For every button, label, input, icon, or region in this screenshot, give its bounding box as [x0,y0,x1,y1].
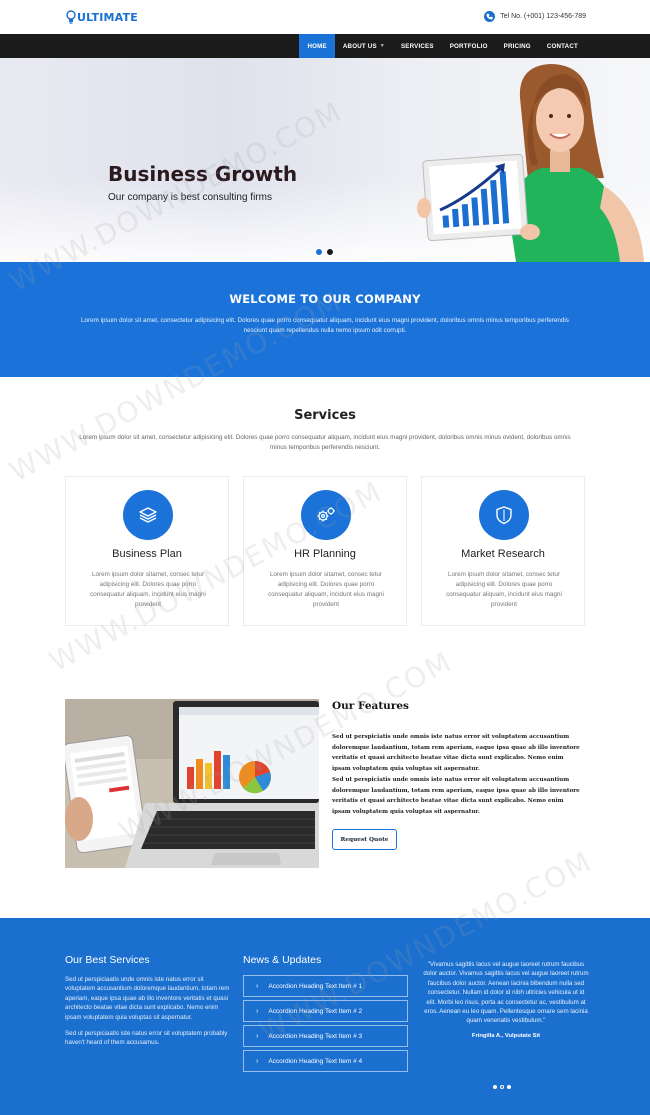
features-paragraph-2: Sed ut perspiciatis unde omnis iste natu… [332,777,580,815]
accordion-item[interactable]: › Accordion Heading Text Item # 3 [243,1025,408,1047]
services-title: Services [294,408,356,423]
request-quote-button[interactable]: Request Quote [332,829,397,850]
slider-dot-2[interactable] [327,249,333,255]
chevron-right-icon: › [256,1057,259,1065]
accordion-item[interactable]: › Accordion Heading Text Item # 4 [243,1050,408,1072]
card-text: Lorem ipsum dolor sitamet, consec tetur … [268,571,384,608]
footer-heading: Our Best Services [65,954,150,966]
nav-label: ABOUT US [342,42,377,50]
chevron-down-icon: ▼ [379,43,385,49]
phone-icon [484,11,496,22]
testimonial-dot-1[interactable] [493,1085,497,1089]
nav-label: HOME [307,42,327,50]
gears-icon [301,490,351,540]
main-navigation: HOME ABOUT US ▼ SERVICES PORTFOLIO PRICIN… [0,34,650,58]
footer-best-services: Our Best Services Sed ut perspiciaatis u… [65,954,230,1048]
features-title: Our Features [332,700,409,712]
accordion-item[interactable]: › Accordion Heading Text Item # 1 [243,975,408,997]
hero-slider: Business Growth Our company is best cons… [0,58,650,262]
hero-title: Business Growth [108,162,298,186]
accordion: › Accordion Heading Text Item # 1 › Accord… [243,975,408,1072]
logo[interactable]: ULTIMATE [66,10,138,24]
footer-heading: News & Updates [243,954,322,966]
features-laptop-image [65,699,319,868]
accordion-item[interactable]: › Accordion Heading Text Item # 2 [243,1000,408,1022]
chevron-right-icon: › [256,982,259,990]
welcome-title: WELCOME TO OUR COMPANY [229,292,421,306]
footer: Our Best Services Sed ut perspiciaatis u… [0,918,650,1115]
testimonial-dot-2[interactable] [500,1085,504,1089]
chevron-right-icon: › [256,1032,259,1040]
card-text: Lorem ipsum dolor sitamet, consec tetur … [446,571,562,608]
nav-menu: HOME ABOUT US ▼ SERVICES PORTFOLIO PRICIN… [299,34,586,58]
service-card-business-plan[interactable]: Business Plan Lorem ipsum dolor sitamet,… [65,476,229,626]
nav-item-services[interactable]: SERVICES [393,34,442,58]
service-card-hr-planning[interactable]: HR Planning Lorem ipsum dolor sitamet, c… [243,476,407,626]
services-description: Lorem ipsum dolor sit amet, consectetur … [79,434,571,451]
hero-subtitle: Our company is best consulting firms [108,192,272,203]
shield-icon [479,490,529,540]
top-header: ULTIMATE Tel No. (+001) 123-456-789 [0,0,650,34]
testimonial-quote: "Vivamus sagittis lacus vel augue laoree… [423,961,589,1025]
welcome-text: Lorem ipsum dolor sit amet, consectetur … [81,317,569,334]
footer-testimonial: "Vivamus sagittis lacus vel augue laoree… [422,960,590,1039]
accordion-label: Accordion Heading Text Item # 2 [268,1007,363,1015]
card-title: Market Research [461,548,545,560]
card-text: Lorem ipsum dolor sitamet, consec tetur … [90,571,206,608]
phone-contact: Tel No. (+001) 123-456-789 [484,11,586,22]
service-card-market-research[interactable]: Market Research Lorem ipsum dolor sitame… [421,476,585,626]
nav-label: SERVICES [400,42,434,50]
accordion-label: Accordion Heading Text Item # 3 [268,1032,363,1040]
welcome-section: WELCOME TO OUR COMPANY Lorem ipsum dolor… [0,262,650,377]
nav-label: PORTFOLIO [449,42,488,50]
nav-item-contact[interactable]: CONTACT [539,34,586,58]
card-title: HR Planning [294,548,356,560]
nav-label: CONTACT [546,42,578,50]
slider-dot-1[interactable] [316,249,322,255]
footer-paragraph: Sed ut perspiciaatis iste natus error si… [65,1030,228,1047]
footer-paragraph: Sed ut perspiciaatis unde omnis iste nat… [65,976,230,1021]
layers-icon [123,490,173,540]
nav-item-home[interactable]: HOME [299,34,335,58]
nav-item-about-us[interactable]: ABOUT US ▼ [335,34,393,58]
chevron-right-icon: › [256,1007,259,1015]
accordion-label: Accordion Heading Text Item # 1 [268,982,363,990]
testimonial-dot-3[interactable] [507,1085,511,1089]
nav-label: PRICING [503,42,531,50]
lightbulb-icon [66,10,76,24]
nav-item-pricing[interactable]: PRICING [496,34,539,58]
testimonial-dots [493,1085,511,1089]
footer-news-updates: News & Updates › Accordion Heading Text I… [243,954,408,1075]
accordion-label: Accordion Heading Text Item # 4 [268,1057,363,1065]
logo-text: ULTIMATE [77,10,138,24]
hero-businesswoman-image [417,64,644,262]
phone-number: Tel No. (+001) 123-456-789 [500,13,586,20]
nav-item-portfolio[interactable]: PORTFOLIO [442,34,496,58]
testimonial-author: Fringilla A., Vulputate Sit [471,1032,541,1039]
card-title: Business Plan [112,548,182,560]
features-paragraph-1: Sed ut perspiciatis unde omnis iste natu… [332,734,580,772]
slider-dots [316,249,333,255]
